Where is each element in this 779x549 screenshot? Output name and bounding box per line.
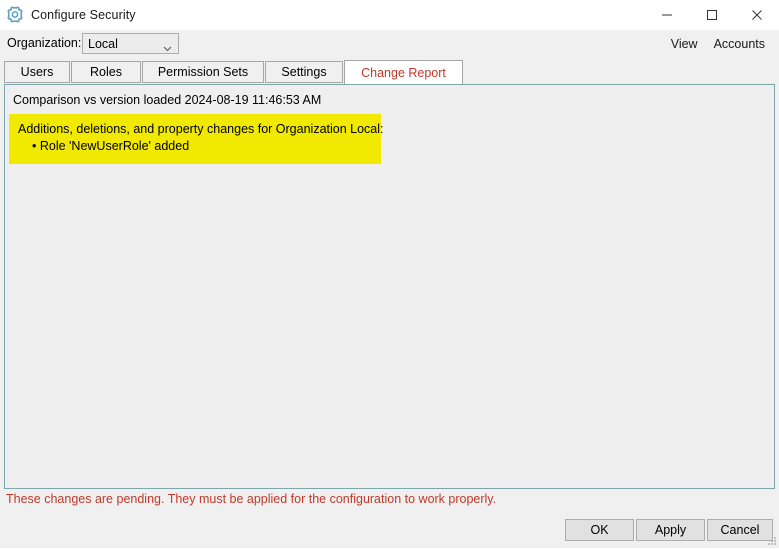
change-report-panel: Comparison vs version loaded 2024-08-19 … [4,84,775,489]
apply-button-label: Apply [654,523,687,537]
chevron-down-icon [163,41,172,55]
ok-button[interactable]: OK [565,519,634,541]
cancel-button-label: Cancel [720,523,760,537]
tab-users-label: Users [20,65,54,79]
tab-roles-label: Roles [90,65,122,79]
window-title: Configure Security [31,8,136,22]
comparison-line: Comparison vs version loaded 2024-08-19 … [13,93,322,107]
change-summary-item: • Role 'NewUserRole' added [32,139,190,153]
organization-label: Organization: [7,36,82,50]
tab-permission-sets-label: Permission Sets [157,65,249,79]
tab-settings[interactable]: Settings [265,61,343,83]
maximize-button[interactable] [689,0,734,30]
status-strip: These changes are pending. They must be … [4,490,775,508]
change-summary-heading: Additions, deletions, and property chang… [18,122,384,136]
organization-select[interactable]: Local [82,33,179,54]
configure-security-window: Configure Security Organization: View Ac… [0,0,779,548]
tab-permission-sets[interactable]: Permission Sets [142,61,264,83]
tab-roles[interactable]: Roles [71,61,141,83]
dialog-button-bar: OK Apply Cancel [0,511,779,548]
apply-button[interactable]: Apply [636,519,705,541]
tab-change-report[interactable]: Change Report [344,60,463,84]
menu-bar: View Accounts [663,36,773,52]
minimize-icon [661,14,672,16]
tab-settings-label: Settings [281,65,327,79]
menu-item-accounts[interactable]: Accounts [706,36,773,52]
window-controls [644,0,779,30]
tab-strip: Users Roles Permission Sets Settings Cha… [0,60,779,84]
minimize-button[interactable] [644,0,689,30]
resize-grip[interactable] [764,533,777,546]
title-bar: Configure Security [0,0,779,30]
close-icon [751,10,762,20]
gear-icon [6,6,24,24]
maximize-icon [706,10,717,20]
pending-changes-status: These changes are pending. They must be … [6,492,497,506]
change-summary-highlight: Additions, deletions, and property chang… [9,114,384,164]
tab-users[interactable]: Users [4,61,70,83]
organization-select-value: Local [88,37,118,51]
ok-button-label: OK [590,523,609,537]
close-button[interactable] [734,0,779,30]
menu-item-view[interactable]: View [663,36,706,52]
tab-change-report-label: Change Report [361,65,446,80]
